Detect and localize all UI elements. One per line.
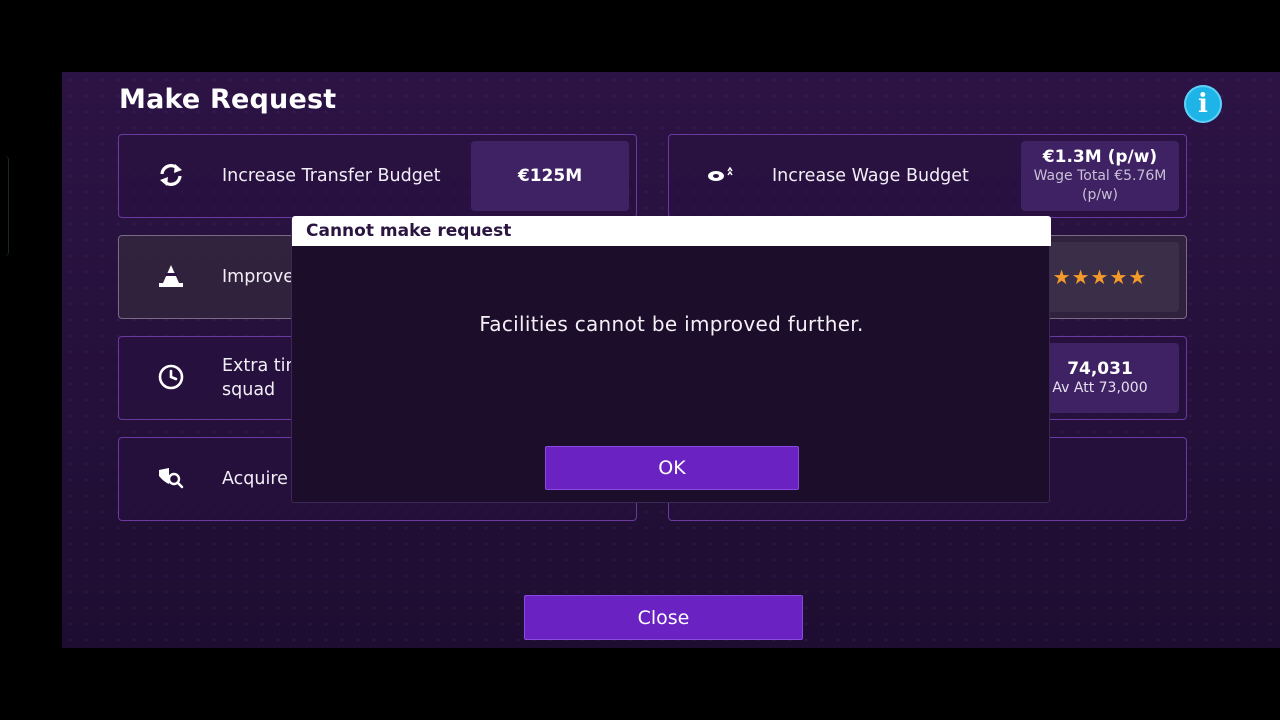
request-wage-budget[interactable]: Increase Wage Budget €1.3M (p/w) Wage To… xyxy=(668,134,1187,218)
left-edge-handle xyxy=(0,156,9,256)
request-label: Extra tin squad xyxy=(222,356,297,400)
request-value: €125M xyxy=(471,141,629,211)
scout-icon xyxy=(155,462,187,494)
request-label: Improve xyxy=(222,267,294,287)
request-value: €1.3M (p/w) Wage Total €5.76M (p/w) xyxy=(1021,141,1179,211)
dialog-message: Facilities cannot be improved further. xyxy=(479,312,864,336)
cone-icon xyxy=(155,260,187,292)
request-label: Increase Wage Budget xyxy=(772,166,969,186)
dialog-title: Cannot make request xyxy=(292,216,1051,246)
money-icon xyxy=(705,159,737,191)
request-label: Acquire xyxy=(222,469,288,489)
refresh-icon xyxy=(155,159,187,191)
clock-icon xyxy=(155,361,187,393)
info-icon[interactable]: i xyxy=(1184,85,1222,123)
request-label: Increase Transfer Budget xyxy=(222,166,441,186)
close-button[interactable]: Close xyxy=(524,595,803,640)
page-title: Make Request xyxy=(119,84,337,115)
ok-button[interactable]: OK xyxy=(545,446,799,490)
error-dialog: Cannot make request Facilities cannot be… xyxy=(291,216,1051,503)
request-transfer-budget[interactable]: Increase Transfer Budget €125M xyxy=(118,134,637,218)
